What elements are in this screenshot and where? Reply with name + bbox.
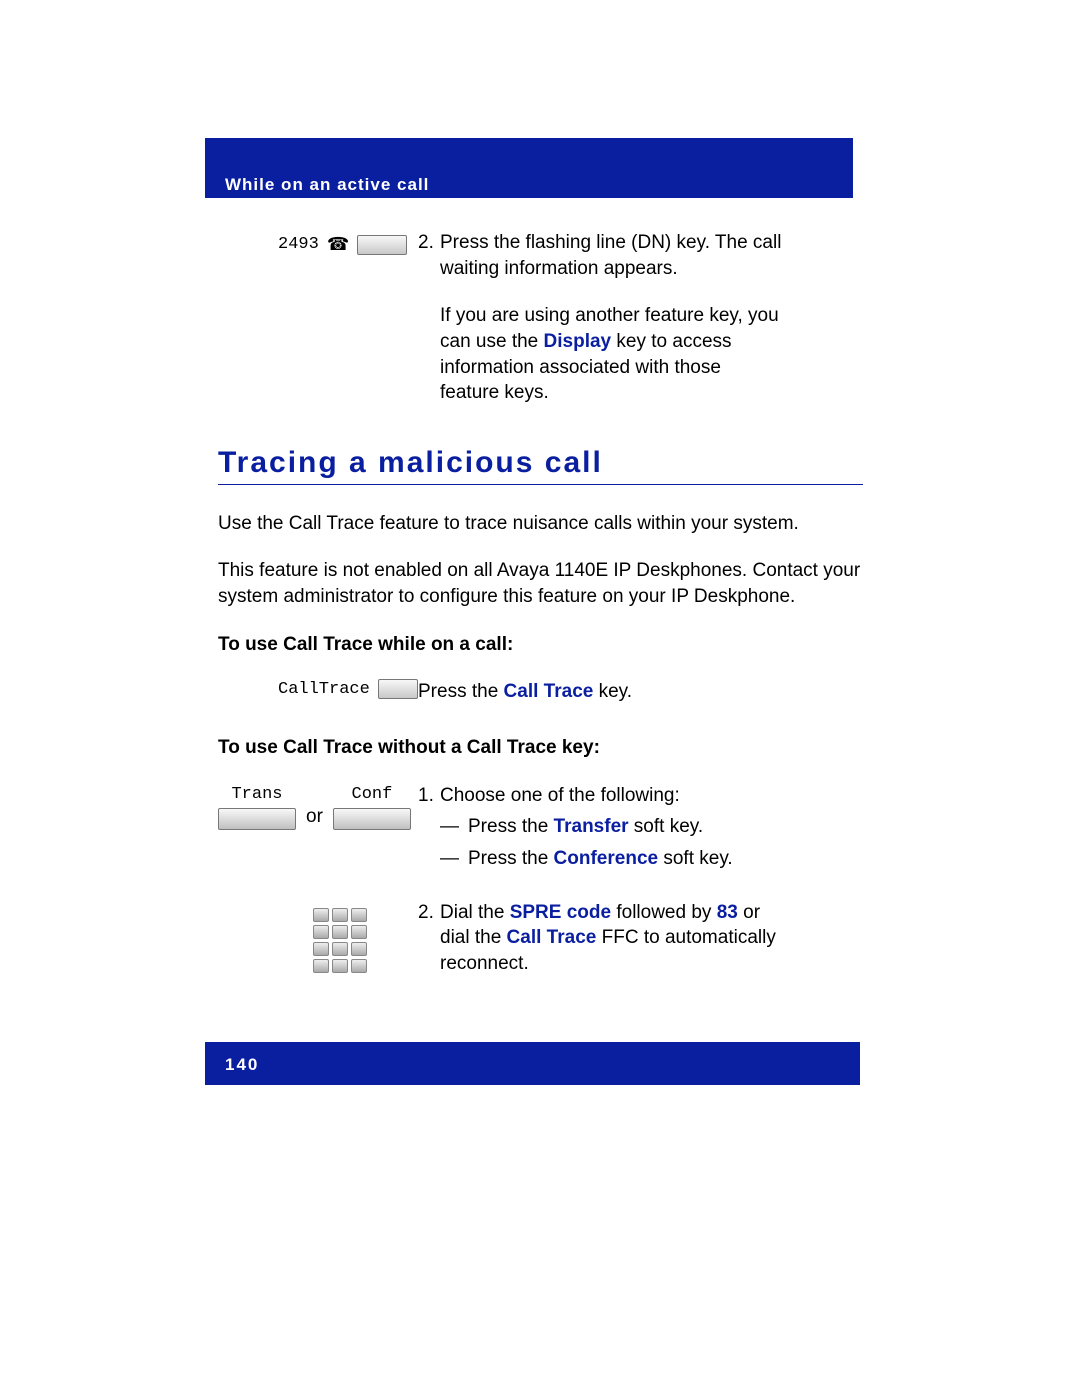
calltrace-label: CallTrace — [278, 680, 370, 699]
step-number: 1. — [418, 783, 440, 809]
trans-conf-icon: Trans or Conf — [218, 785, 418, 830]
spre-code-label: SPRE code — [510, 902, 611, 923]
calltrace-key-label: Call Trace — [504, 681, 594, 702]
sub-heading: To use Call Trace without a Call Trace k… — [218, 735, 863, 761]
option-conference: —Press the Conference soft key. — [440, 846, 863, 872]
text: Press the — [418, 681, 504, 702]
line-key-icon: 2493 ☎ — [278, 234, 418, 255]
text: Choose one of the following: — [440, 785, 680, 806]
step-press-calltrace: CallTrace Press the Call Trace key. — [218, 679, 863, 705]
step-number: 2. — [418, 230, 440, 256]
display-key-label: Display — [544, 331, 612, 352]
text: key to access — [611, 331, 731, 352]
line-key-button-icon — [357, 235, 407, 255]
or-text: or — [306, 806, 323, 828]
phone-icon: ☎ — [327, 234, 349, 255]
page-body: 2493 ☎ 2.Press the flashing line (DN) ke… — [218, 230, 863, 977]
text: If you are using another feature key, yo… — [440, 303, 863, 329]
step-dial-spre: 2.Dial the SPRE code followed by 83 or d… — [218, 900, 863, 977]
step-press-dn-key: 2493 ☎ 2.Press the flashing line (DN) ke… — [218, 230, 863, 406]
calltrace-key-icon: CallTrace — [278, 679, 418, 699]
text: or — [738, 902, 760, 923]
text: Dial the — [440, 902, 510, 923]
text: feature keys. — [440, 380, 863, 406]
paragraph: Use the Call Trace feature to trace nuis… — [218, 511, 863, 537]
conf-label: Conf — [352, 785, 393, 804]
calltrace-ffc-label: Call Trace — [507, 927, 597, 948]
text: information associated with those — [440, 355, 863, 381]
code-83-label: 83 — [717, 902, 738, 923]
dash-icon: — — [440, 846, 468, 872]
calltrace-button-icon — [378, 679, 418, 699]
conf-softkey-icon: Conf — [333, 785, 411, 830]
section-title: Tracing a malicious call — [218, 446, 863, 485]
text: soft key. — [629, 816, 704, 837]
text: dial the — [440, 927, 507, 948]
text: soft key. — [658, 848, 733, 869]
footer-bar — [205, 1042, 860, 1085]
trans-label: Trans — [231, 785, 282, 804]
text: Press the flashing line (DN) key. The ca… — [440, 232, 781, 253]
text: Press the — [468, 848, 554, 869]
text: key. — [593, 681, 632, 702]
dialpad-icon — [313, 908, 418, 973]
text: Press the — [468, 816, 554, 837]
text: FFC to automatically — [596, 927, 776, 948]
paragraph: This feature is not enabled on all Avaya… — [218, 558, 863, 609]
text: can use the Display key to access — [440, 329, 863, 355]
text: waiting information appears. — [440, 256, 863, 282]
text: can use the — [440, 331, 544, 352]
document-page: While on an active call 2493 ☎ 2.Press t… — [0, 0, 1080, 1397]
text: reconnect. — [440, 951, 863, 977]
softkey-button-icon — [333, 808, 411, 830]
sub-heading: To use Call Trace while on a call: — [218, 632, 863, 658]
step-number: 2. — [418, 900, 440, 926]
dn-number: 2493 — [278, 235, 319, 254]
transfer-key-label: Transfer — [554, 816, 629, 837]
header-title: While on an active call — [225, 175, 429, 195]
dash-icon: — — [440, 814, 468, 840]
trans-softkey-icon: Trans — [218, 785, 296, 830]
option-transfer: —Press the Transfer soft key. — [440, 814, 863, 840]
conference-key-label: Conference — [554, 848, 659, 869]
page-number: 140 — [225, 1055, 259, 1075]
softkey-button-icon — [218, 808, 296, 830]
text: dial the Call Trace FFC to automatically — [440, 925, 863, 951]
text: followed by — [611, 902, 717, 923]
step-choose-softkey: Trans or Conf 1.Choose one of the follow… — [218, 783, 863, 872]
